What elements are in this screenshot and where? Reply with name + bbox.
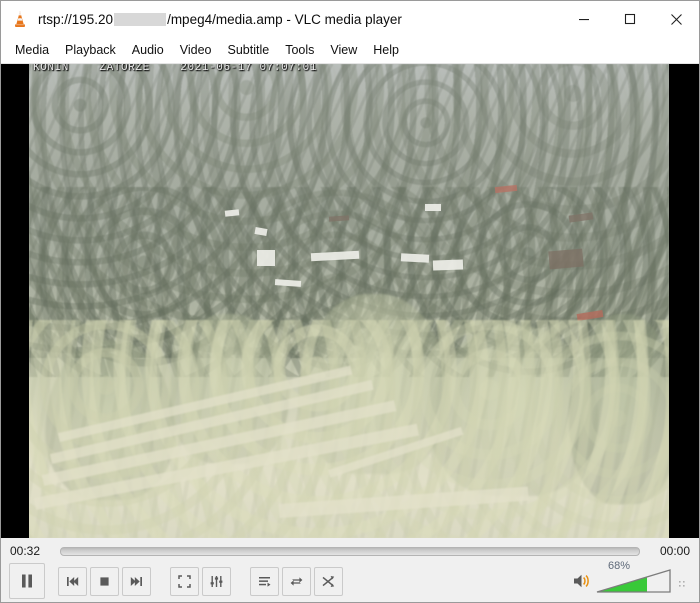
close-button[interactable] [653,1,699,37]
volume-control[interactable]: 68% [572,560,691,594]
osd-timestamp-label: 2021-06-17 07:07:01 [180,64,318,74]
video-osd-overlay: KONIN ZATORZE 2021-06-17 07:07:01 [33,64,317,74]
volume-slider[interactable]: 68% [596,560,672,594]
vlc-window: rtsp://195.20 /mpeg4/media.amp - VLC med… [0,0,700,603]
menu-item-audio[interactable]: Audio [124,40,172,60]
loop-icon [290,576,303,586]
close-icon [670,13,682,25]
next-button[interactable] [122,566,151,596]
window-title: rtsp://195.20 /mpeg4/media.amp - VLC med… [38,12,402,27]
control-bar: 00:32 00:00 68% [1,538,699,602]
menu-item-subtitle[interactable]: Subtitle [220,40,278,60]
extended-settings-button[interactable] [202,566,231,596]
fullscreen-button[interactable] [170,566,199,596]
video-rooftop [257,250,275,266]
loop-button[interactable] [282,566,311,596]
menu-item-media[interactable]: Media [7,40,57,60]
video-output-area[interactable]: KONIN ZATORZE 2021-06-17 07:07:01 [1,64,699,538]
button-row: 68% [1,560,699,602]
resize-grip-icon[interactable] [677,573,687,589]
redacted-host-block [114,12,167,26]
total-time-label[interactable]: 00:00 [652,544,690,558]
video-frame[interactable]: KONIN ZATORZE 2021-06-17 07:07:01 [29,64,669,538]
menu-item-view[interactable]: View [322,40,365,60]
maximize-icon [624,13,636,25]
video-rooftop [400,253,430,263]
title-bar-left: rtsp://195.20 /mpeg4/media.amp - VLC med… [1,9,561,29]
stop-button[interactable] [90,566,119,596]
shuffle-icon [322,575,335,587]
window-title-prefix: rtsp://195.20 [38,11,114,27]
next-track-icon [130,576,142,586]
volume-level-label: 68% [608,560,631,572]
menu-item-help[interactable]: Help [365,40,407,60]
osd-location-label: KONIN [33,64,70,74]
elapsed-time-label[interactable]: 00:32 [10,544,48,558]
minimize-icon [579,19,589,21]
video-rooftop [432,259,464,271]
maximize-button[interactable] [607,1,653,37]
minimize-button[interactable] [561,1,607,37]
title-bar: rtsp://195.20 /mpeg4/media.amp - VLC med… [1,1,699,37]
shuffle-button[interactable] [314,566,343,596]
playlist-icon [259,576,271,587]
seek-row: 00:32 00:00 [1,538,699,564]
previous-track-icon [67,576,79,586]
window-title-suffix: /mpeg4/media.amp - VLC media player [167,11,402,27]
vlc-cone-icon [10,9,30,29]
video-rooftop [425,204,441,211]
stop-icon [100,576,109,586]
pause-icon [22,574,32,588]
pause-button[interactable] [9,563,45,599]
equalizer-sliders-icon [210,575,223,587]
speaker-icon[interactable] [572,571,592,591]
menu-item-video[interactable]: Video [172,40,220,60]
fullscreen-icon [178,574,191,588]
osd-site-label: ZATORZE [99,64,150,74]
video-rooftop [548,248,584,270]
menu-item-tools[interactable]: Tools [277,40,322,60]
menu-bar: Media Playback Audio Video Subtitle Tool… [1,37,699,64]
window-controls [561,1,699,37]
seek-slider[interactable] [60,546,640,556]
previous-button[interactable] [58,566,87,596]
playlist-button[interactable] [250,566,279,596]
menu-item-playback[interactable]: Playback [57,40,124,60]
